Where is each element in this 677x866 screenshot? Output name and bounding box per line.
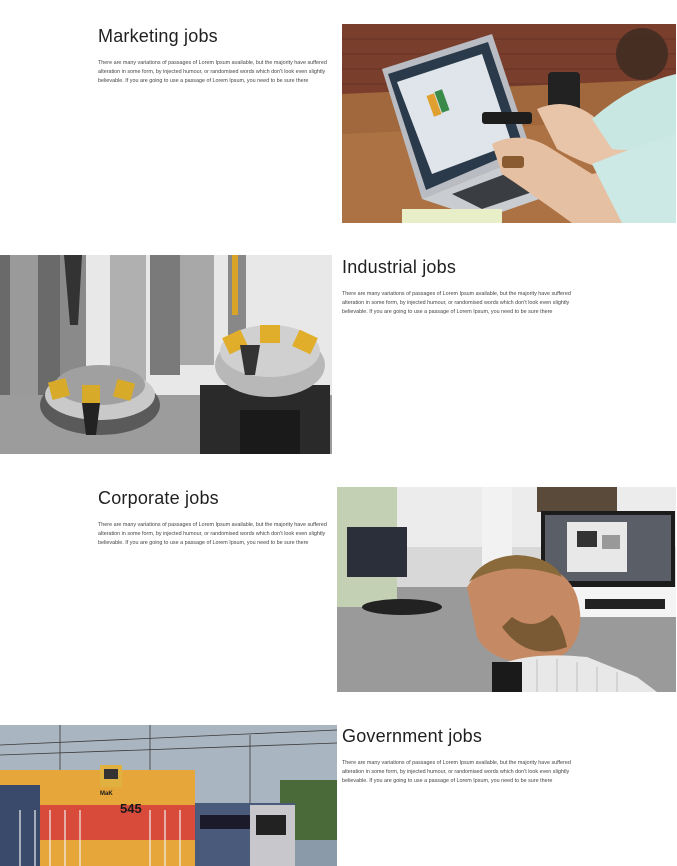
office-worker-photo [337,487,676,692]
marketing-title: Marketing jobs [98,26,218,46]
corporate-title: Corporate jobs [98,488,219,508]
government-title: Government jobs [342,726,483,746]
locomotive-photo: 545 MaK [0,725,337,866]
milling-cutters-photo [0,255,332,454]
industrial-text: There are many variations of passages of… [342,291,571,315]
marketing-text: There are many variations of passages of… [98,60,327,84]
industrial-title: Industrial jobs [342,257,457,277]
locomotive-number: 545 [120,801,142,816]
corporate-text: There are many variations of passages of… [98,522,327,546]
government-text: There are many variations of passages of… [342,760,571,784]
locomotive-brand: MaK [100,791,113,797]
laptop-typing-photo [342,24,676,223]
